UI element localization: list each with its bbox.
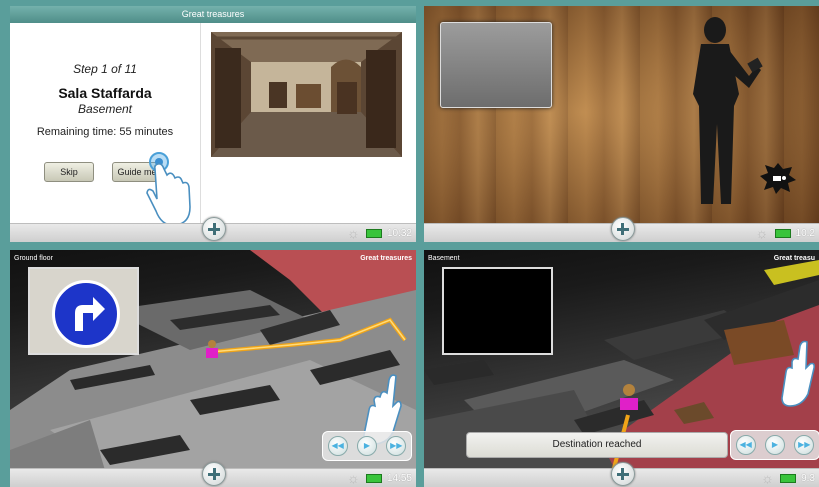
guide-silhouette (693, 17, 763, 204)
step-info: Step 1 of 11 Sala Staffarda Basement Rem… (10, 23, 201, 227)
media-controls: ◀◀ ▶ ▶▶ (730, 430, 819, 460)
rewind-button[interactable]: ◀◀ (327, 436, 348, 456)
floor-name: Basement (77, 102, 133, 116)
panel-ground-floor-map: Ground floor Great treasures ◀◀ ▶ ▶▶ ☼ 1… (10, 250, 416, 487)
direction-inset (28, 267, 139, 355)
clock: 10:32 (386, 227, 412, 239)
status-bar: ☼ 10:2 (424, 217, 819, 242)
step-counter: Step 1 of 11 (73, 62, 137, 76)
tap-hand-icon (781, 340, 815, 407)
status-bar: ☼ 10:32 (10, 217, 416, 242)
app-title: Great treasures (181, 9, 245, 19)
add-menu-button[interactable] (610, 462, 635, 486)
floor-label: Basement (428, 255, 460, 262)
brightness-icon[interactable]: ☼ (761, 471, 775, 485)
media-controls: ◀◀ ▶ ▶▶ (322, 431, 412, 461)
chat-bubble-icon[interactable] (759, 161, 797, 195)
panel-basement-map: Basement Great treasu Destination reache… (424, 250, 819, 487)
tap-hand-icon (146, 152, 191, 227)
battery-icon (365, 228, 382, 238)
video-inset (442, 267, 553, 355)
add-menu-button[interactable] (202, 462, 226, 486)
room-photo (211, 32, 402, 157)
video-thumbnail[interactable] (440, 22, 552, 108)
status-bar: ☼ 9:3 (424, 462, 819, 487)
tour-title: Great treasures (360, 255, 412, 262)
status-bar: ☼ 14:55 (10, 462, 416, 487)
play-button[interactable]: ▶ (764, 435, 785, 455)
forward-button[interactable]: ▶▶ (794, 435, 815, 455)
panel-intro-video: ☼ 10:2 (424, 6, 819, 242)
brightness-icon[interactable]: ☼ (756, 226, 770, 240)
forward-button[interactable]: ▶▶ (386, 436, 407, 456)
destination-banner: Destination reached (466, 432, 728, 458)
rewind-button[interactable]: ◀◀ (735, 435, 756, 455)
brightness-icon[interactable]: ☼ (347, 471, 361, 485)
turn-right-icon (52, 280, 120, 348)
add-menu-button[interactable] (610, 217, 635, 241)
play-button[interactable]: ▶ (356, 436, 377, 456)
battery-icon (780, 473, 797, 483)
add-menu-button[interactable] (202, 217, 226, 241)
tour-title: Great treasu (773, 255, 815, 262)
room-name: Sala Staffarda (58, 85, 152, 101)
battery-icon (774, 228, 791, 238)
brightness-icon[interactable]: ☼ (347, 226, 361, 240)
battery-icon (365, 473, 382, 483)
clock: 10:2 (795, 227, 815, 239)
panel-step-info: Great treasures Step 1 of 11 Sala Staffa… (10, 6, 416, 242)
floor-label: Ground floor (14, 255, 53, 262)
app-title-bar: Great treasures (10, 6, 416, 23)
remaining-time: Remaining time: 55 minutes (36, 126, 174, 138)
clock: 9:3 (801, 472, 815, 484)
skip-button[interactable]: Skip (44, 162, 94, 182)
clock: 14:55 (386, 472, 412, 484)
